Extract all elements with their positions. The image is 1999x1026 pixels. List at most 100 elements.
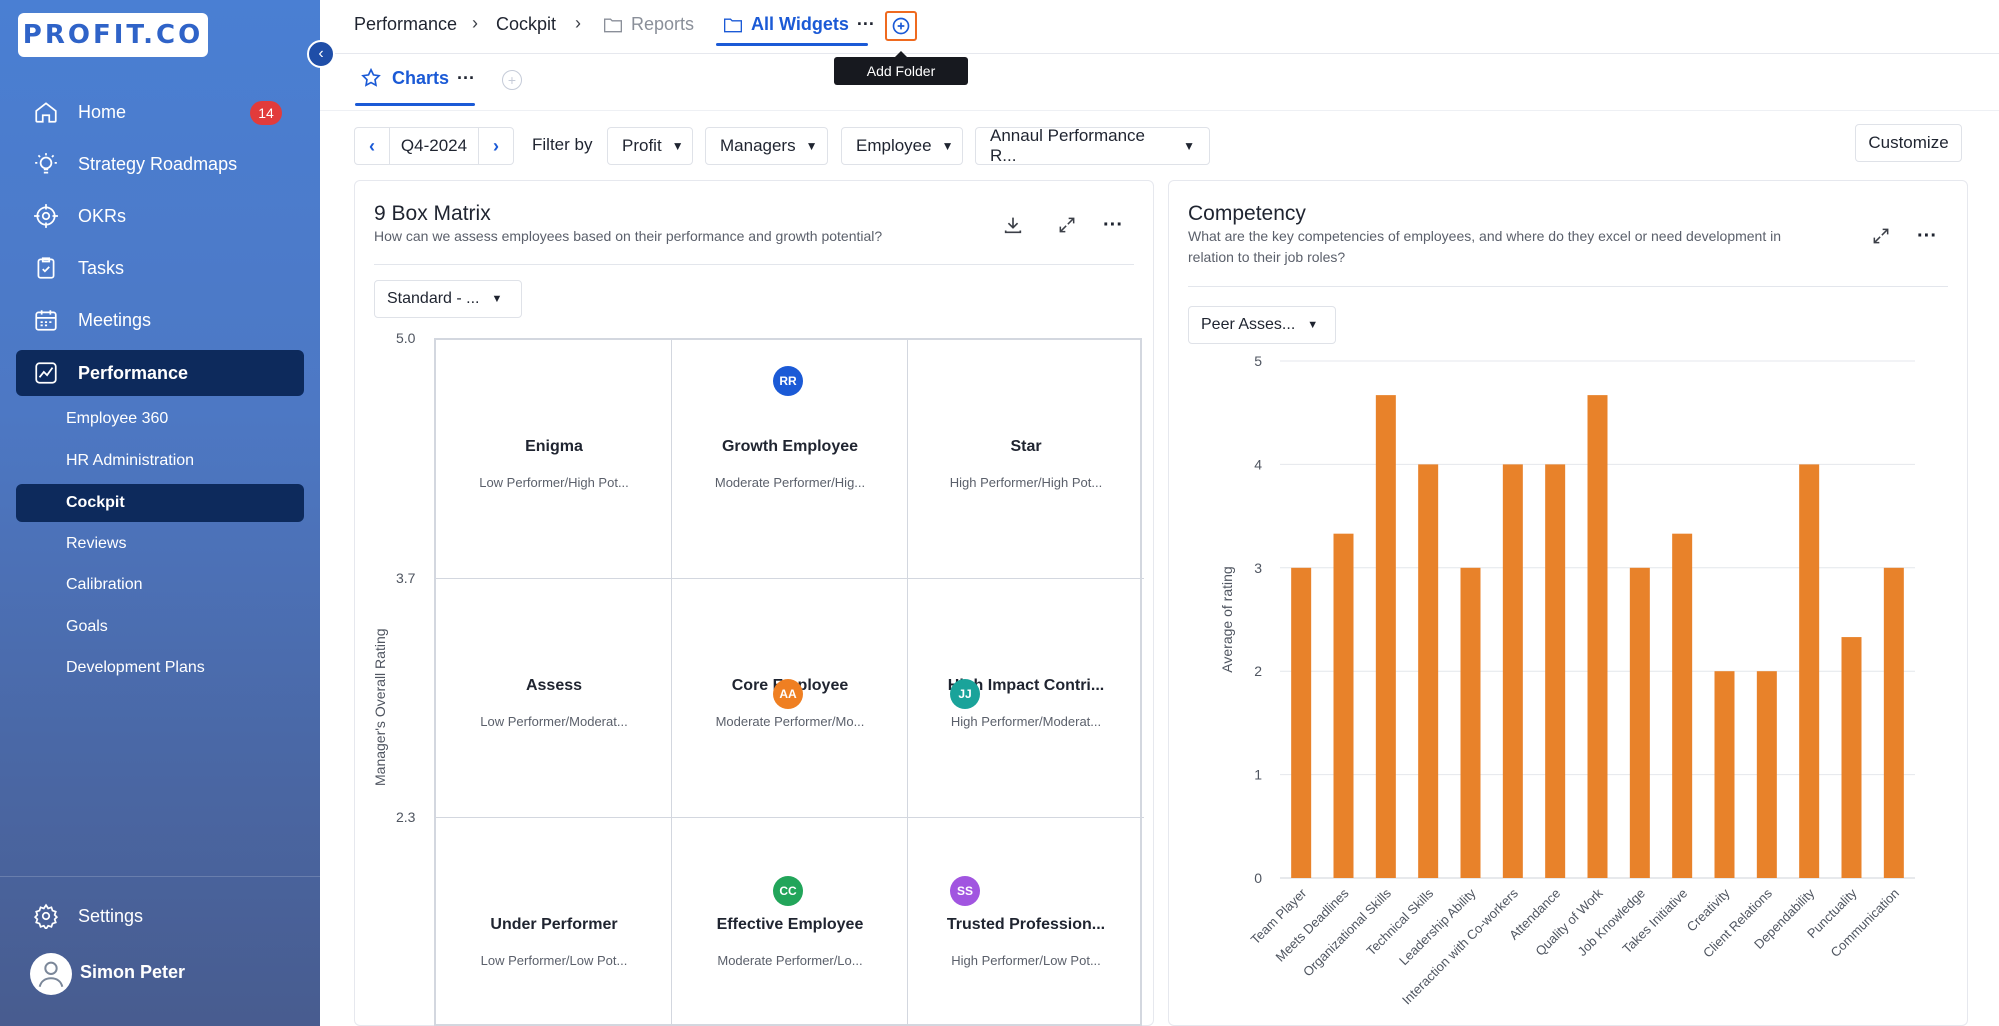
box-cell-trusted-professional[interactable]: Trusted Profession... High Performer/Low …: [908, 818, 1144, 1026]
sidebar-item-label: Strategy Roadmaps: [78, 153, 238, 174]
profit-filter-dropdown[interactable]: Profit ▼: [607, 127, 693, 165]
sidebar-item-label: Settings: [78, 905, 144, 926]
add-tab-button[interactable]: +: [502, 70, 522, 90]
download-button[interactable]: [994, 206, 1032, 244]
collapse-sidebar-button[interactable]: ‹: [307, 40, 335, 68]
sidebar-item-label: Meetings: [78, 309, 152, 330]
sidebar-item-label: Performance: [78, 362, 189, 383]
download-icon: [1004, 217, 1022, 234]
more-options-icon[interactable]: ···: [457, 68, 475, 89]
bar: [1291, 567, 1312, 878]
expand-button[interactable]: [1048, 206, 1086, 244]
next-period-button[interactable]: ›: [478, 127, 514, 165]
sidebar-item-performance[interactable]: Performance: [16, 350, 304, 396]
bar: [1629, 567, 1650, 878]
subitem-label: Employee 360: [66, 410, 169, 427]
card-divider: [374, 264, 1134, 265]
employee-avatar-chip[interactable]: SS: [950, 876, 980, 906]
profitco-logo[interactable]: PROFIT.CO: [18, 13, 208, 57]
review-filter-dropdown[interactable]: Annaul Performance R... ▼: [975, 126, 1210, 165]
x-tick-label: Leadership Ability: [1396, 885, 1479, 968]
employee-avatar-chip[interactable]: RR: [773, 366, 803, 396]
more-options-button[interactable]: ···: [1908, 217, 1946, 255]
expand-button[interactable]: [1862, 217, 1900, 255]
box-title: Enigma: [525, 438, 583, 455]
box-cell-star[interactable]: Star High Performer/High Pot...: [908, 340, 1144, 579]
box-title: Effective Employee: [716, 916, 864, 933]
period-selector[interactable]: Q4-2024: [389, 127, 479, 165]
sidebar-subitem-reviews[interactable]: Reviews: [16, 525, 304, 563]
tab-underline: [355, 103, 475, 106]
sidebar-subitem-goals[interactable]: Goals: [16, 608, 304, 646]
expand-icon: [1873, 228, 1889, 244]
bar: [1841, 637, 1862, 878]
bar: [1799, 464, 1820, 878]
box-cell-enigma[interactable]: Enigma Low Performer/High Pot...: [436, 340, 672, 579]
chevron-down-icon: ▼: [1307, 319, 1319, 331]
sidebar-item-meetings[interactable]: Meetings: [16, 297, 304, 343]
sidebar-subitem-development-plans[interactable]: Development Plans: [16, 649, 304, 687]
dropdown-label: Standard - ...: [387, 290, 480, 307]
bar: [1460, 567, 1481, 878]
dropdown-label: Peer Asses...: [1201, 316, 1296, 333]
bar: [1375, 395, 1396, 878]
subitem-label: Cockpit: [66, 494, 125, 511]
sidebar-item-strategy-roadmaps[interactable]: Strategy Roadmaps: [16, 141, 304, 187]
folder-icon: [724, 18, 742, 32]
box-cell-under-performer[interactable]: Under Performer Low Performer/Low Pot...: [436, 818, 672, 1026]
managers-filter-dropdown[interactable]: Managers ▼: [705, 127, 828, 165]
box-subtitle: High Performer/Low Pot...: [951, 953, 1101, 968]
performance-chart-icon: [28, 355, 64, 391]
star-icon: [361, 67, 381, 87]
plus-icon: +: [507, 72, 517, 88]
user-name[interactable]: Simon Peter: [80, 962, 185, 983]
box-subtitle: Moderate Performer/Lo...: [717, 953, 863, 968]
box-subtitle: Low Performer/Moderat...: [480, 714, 628, 729]
breadcrumb-cockpit[interactable]: Cockpit: [496, 14, 556, 35]
y-tick-label: 3.7: [396, 570, 416, 586]
employee-avatar-chip[interactable]: AA: [773, 679, 803, 709]
more-options-icon[interactable]: ···: [857, 14, 875, 35]
breadcrumb-performance[interactable]: Performance: [354, 14, 457, 35]
bar: [1587, 395, 1608, 878]
card-title: Competency: [1188, 202, 1306, 225]
box-standard-dropdown[interactable]: Standard - ... ▼: [374, 280, 522, 318]
box-subtitle: Moderate Performer/Hig...: [714, 475, 866, 490]
y-tick-label: 5: [1254, 353, 1262, 369]
y-tick-label: 0: [1254, 870, 1262, 886]
breadcrumb-reports[interactable]: Reports: [603, 14, 694, 35]
chevron-down-icon: ▼: [491, 293, 503, 305]
sidebar-subitem-employee-360[interactable]: Employee 360: [16, 400, 304, 438]
employee-filter-dropdown[interactable]: Employee ▼: [841, 127, 963, 165]
sidebar-subitem-calibration[interactable]: Calibration: [16, 566, 304, 604]
box-cell-effective-employee[interactable]: Effective Employee Moderate Performer/Lo.…: [672, 818, 908, 1026]
sidebar-subitem-hr-administration[interactable]: HR Administration: [16, 442, 304, 480]
subitem-label: HR Administration: [66, 452, 195, 469]
more-options-button[interactable]: ···: [1094, 206, 1132, 244]
sidebar-item-tasks[interactable]: Tasks: [16, 245, 304, 291]
sidebar-item-home[interactable]: Home 14: [16, 89, 304, 135]
previous-period-button[interactable]: ‹: [354, 127, 390, 165]
employee-avatar-chip[interactable]: CC: [773, 876, 803, 906]
dropdown-label: Annaul Performance R...: [990, 126, 1145, 165]
breadcrumb-all-widgets[interactable]: All Widgets ···: [723, 14, 875, 35]
sidebar-item-okrs[interactable]: OKRs: [16, 193, 304, 239]
sidebar-item-label: Tasks: [78, 257, 125, 278]
sidebar-item-settings[interactable]: Settings: [16, 893, 304, 939]
employee-avatar-chip[interactable]: JJ: [950, 679, 980, 709]
sidebar-item-label: OKRs: [78, 205, 127, 226]
folder-icon: [604, 18, 622, 32]
tab-charts[interactable]: Charts ···: [360, 67, 475, 89]
sidebar-subitem-cockpit[interactable]: Cockpit: [16, 484, 304, 522]
sidebar-item-label: Home: [78, 101, 127, 122]
customize-button[interactable]: Customize: [1855, 124, 1962, 162]
assessment-type-dropdown[interactable]: Peer Asses... ▼: [1188, 306, 1336, 344]
chevron-right-icon: ›: [472, 13, 478, 33]
gear-icon: [28, 898, 64, 934]
add-folder-button[interactable]: [885, 11, 917, 41]
box-cell-assess[interactable]: Assess Low Performer/Moderat...: [436, 579, 672, 818]
box-cell-high-impact[interactable]: High Impact Contri... High Performer/Mode…: [908, 579, 1144, 818]
y-tick-label: 2.3: [396, 809, 416, 825]
chevron-left-icon: ‹: [369, 135, 375, 156]
avatar[interactable]: [30, 953, 72, 995]
